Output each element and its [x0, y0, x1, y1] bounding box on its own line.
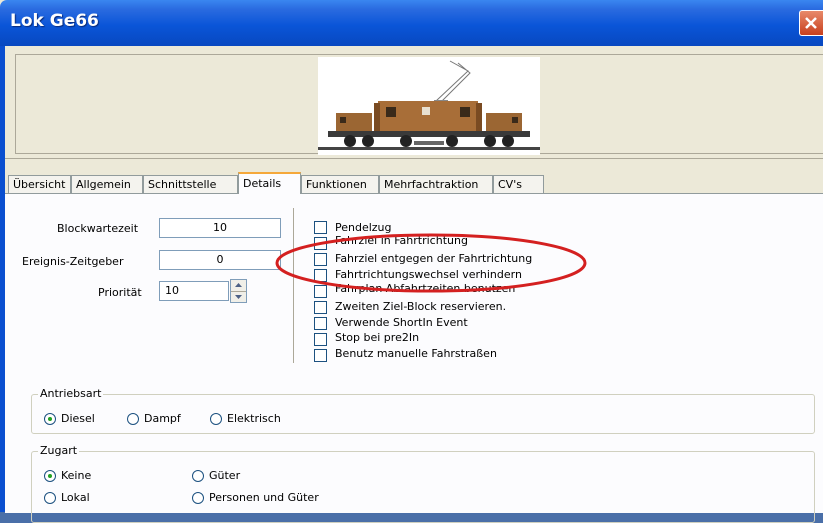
ereignis-zeitgeber-input[interactable]: 0: [159, 250, 281, 270]
zugart-title: Zugart: [38, 444, 80, 457]
radio-dampf[interactable]: [127, 413, 139, 425]
close-button[interactable]: [799, 10, 823, 36]
checkbox-zweiten-ziel-block[interactable]: [314, 301, 327, 314]
tab-label: Funktionen: [306, 178, 367, 191]
checkbox-label: Fahrziel in Fahrtrichtung: [335, 234, 468, 247]
details-panel: Blockwartezeit 10 Ereignis-Zeitgeber 0 P…: [5, 193, 823, 523]
prioritaet-spinner[interactable]: [230, 279, 247, 303]
prioritaet-label: Priorität: [98, 286, 142, 299]
tab-strip: Übersicht Allgemein Schnittstelle Detail…: [5, 172, 823, 194]
radio-label: Personen und Güter: [209, 491, 319, 504]
checkbox-shortin-event[interactable]: [314, 317, 327, 330]
window-title: Lok Ge66: [10, 11, 99, 31]
checkbox-label: Stop bei pre2In: [335, 331, 420, 344]
zugart-group: Zugart Keine Güter Lokal Personen und Gü…: [31, 444, 815, 523]
checkbox-manuelle-fahrstrassen[interactable]: [314, 349, 327, 362]
blockwartezeit-input[interactable]: 10: [159, 218, 281, 238]
spin-up-icon[interactable]: [231, 280, 246, 292]
title-bar[interactable]: Lok Ge66: [0, 0, 823, 46]
tab-mehrfachtraktion[interactable]: Mehrfachtraktion: [379, 175, 493, 193]
dialog-window: Lok Ge66 Übersicht Allgemein Schnittstel…: [0, 0, 823, 523]
radio-gueter[interactable]: [192, 470, 204, 482]
radio-label: Lokal: [61, 491, 90, 504]
checkbox-label: Pendelzug: [335, 221, 392, 234]
radio-personen-gueter[interactable]: [192, 492, 204, 504]
checkbox-fahrplan[interactable]: [314, 285, 327, 298]
tab-allgemein[interactable]: Allgemein: [71, 175, 143, 193]
tab-cvs[interactable]: CV's: [493, 175, 544, 193]
radio-diesel[interactable]: [44, 413, 56, 425]
radio-label: Dampf: [144, 412, 181, 425]
radio-elektrisch[interactable]: [210, 413, 222, 425]
spin-down-icon[interactable]: [231, 292, 246, 303]
radio-keine[interactable]: [44, 470, 56, 482]
header-panel: [5, 46, 823, 159]
checkbox-label: Verwende ShortIn Event: [335, 316, 468, 329]
close-icon: [805, 17, 817, 29]
tab-label: Details: [243, 177, 282, 190]
checkbox-stop-pre2in[interactable]: [314, 333, 327, 346]
radio-label: Keine: [61, 469, 92, 482]
tab-label: Mehrfachtraktion: [384, 178, 479, 191]
radio-label: Diesel: [61, 412, 95, 425]
prioritaet-input[interactable]: 10: [159, 281, 229, 301]
locomotive-image: [318, 57, 540, 155]
blockwartezeit-label: Blockwartezeit: [57, 222, 139, 235]
radio-label: Güter: [209, 469, 241, 482]
antriebsart-group: Antriebsart Diesel Dampf Elektrisch: [31, 387, 815, 434]
tab-uebersicht[interactable]: Übersicht: [8, 175, 71, 193]
checkbox-pendelzug[interactable]: [314, 221, 327, 234]
tab-label: Übersicht: [13, 178, 66, 191]
checkbox-label: Fahrtrichtungswechsel verhindern: [335, 268, 522, 281]
tab-label: Schnittstelle: [148, 178, 217, 191]
checkbox-label: Benutz manuelle Fahrstraßen: [335, 347, 497, 360]
tab-details[interactable]: Details: [238, 172, 301, 194]
header-inner: [15, 54, 823, 155]
tab-funktionen[interactable]: Funktionen: [301, 175, 379, 193]
radio-lokal[interactable]: [44, 492, 56, 504]
separator-line: [293, 208, 294, 363]
checkbox-fahrziel-fahrtrichtung[interactable]: [314, 237, 327, 250]
checkbox-fahrziel-entgegen[interactable]: [314, 253, 327, 266]
tab-label: Allgemein: [76, 178, 131, 191]
ereignis-zeitgeber-label: Ereignis-Zeitgeber: [22, 255, 124, 268]
checkbox-label: Fahrplan Abfahrtzeiten benutzen: [335, 282, 516, 295]
checkbox-label: Fahrziel entgegen der Fahrtrichtung: [335, 252, 533, 265]
tab-schnittstelle[interactable]: Schnittstelle: [143, 175, 238, 193]
tab-label: CV's: [498, 178, 522, 191]
checkbox-fahrtrichtungswechsel[interactable]: [314, 269, 327, 282]
radio-label: Elektrisch: [227, 412, 281, 425]
antriebsart-title: Antriebsart: [38, 387, 104, 400]
checkbox-label: Zweiten Ziel-Block reservieren.: [335, 300, 507, 313]
